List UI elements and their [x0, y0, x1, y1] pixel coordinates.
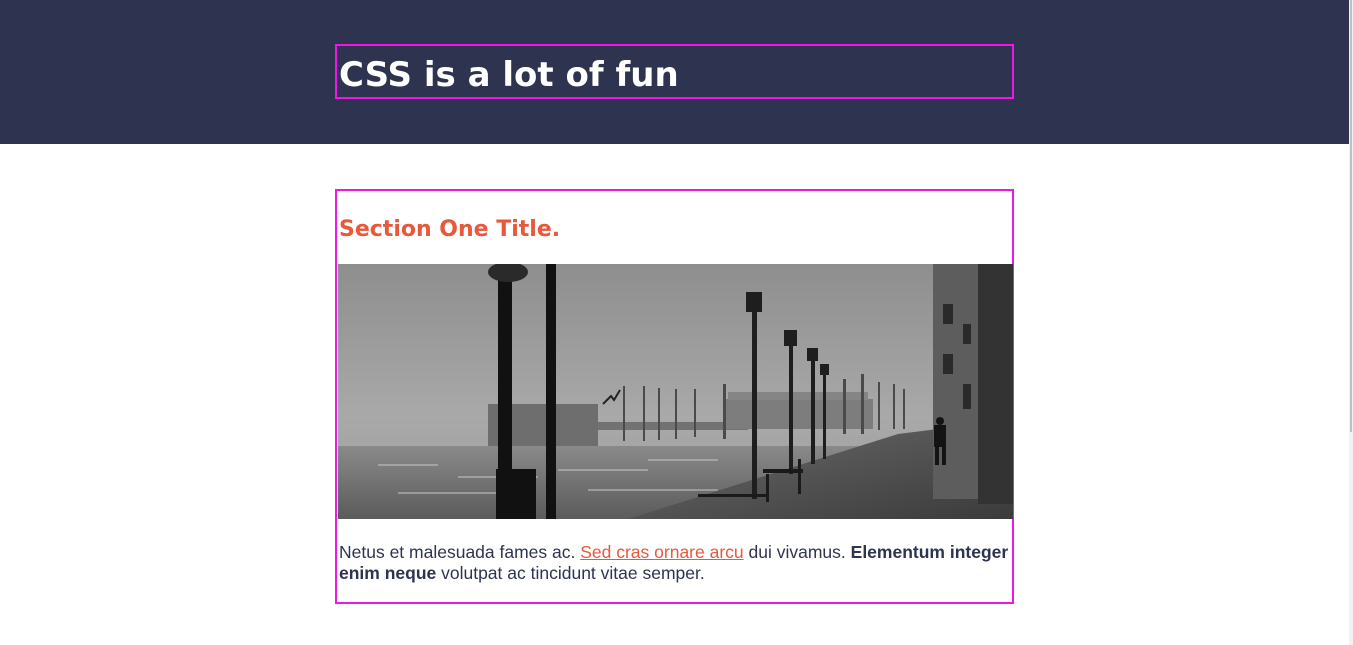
header-outline-box: CSS is a lot of fun — [335, 44, 1014, 99]
paragraph-text-middle: dui vivamus. — [743, 542, 851, 562]
section-one: Section One Title. Netus et malesuada fa… — [335, 189, 1014, 604]
page-header: CSS is a lot of fun — [0, 0, 1349, 144]
paragraph-text-start: Netus et malesuada fames ac. — [339, 542, 581, 562]
paragraph-link[interactable]: Sed cras ornare arcu — [580, 542, 743, 562]
section-paragraph: Netus et malesuada fames ac. Sed cras or… — [339, 542, 1009, 584]
vertical-scrollbar-thumb[interactable] — [1350, 0, 1352, 432]
section-title: Section One Title. — [339, 217, 561, 242]
page-title: CSS is a lot of fun — [339, 55, 679, 95]
paragraph-text-end: volutpat ac tincidunt vitae semper. — [436, 563, 705, 583]
section-photo — [338, 264, 1013, 519]
